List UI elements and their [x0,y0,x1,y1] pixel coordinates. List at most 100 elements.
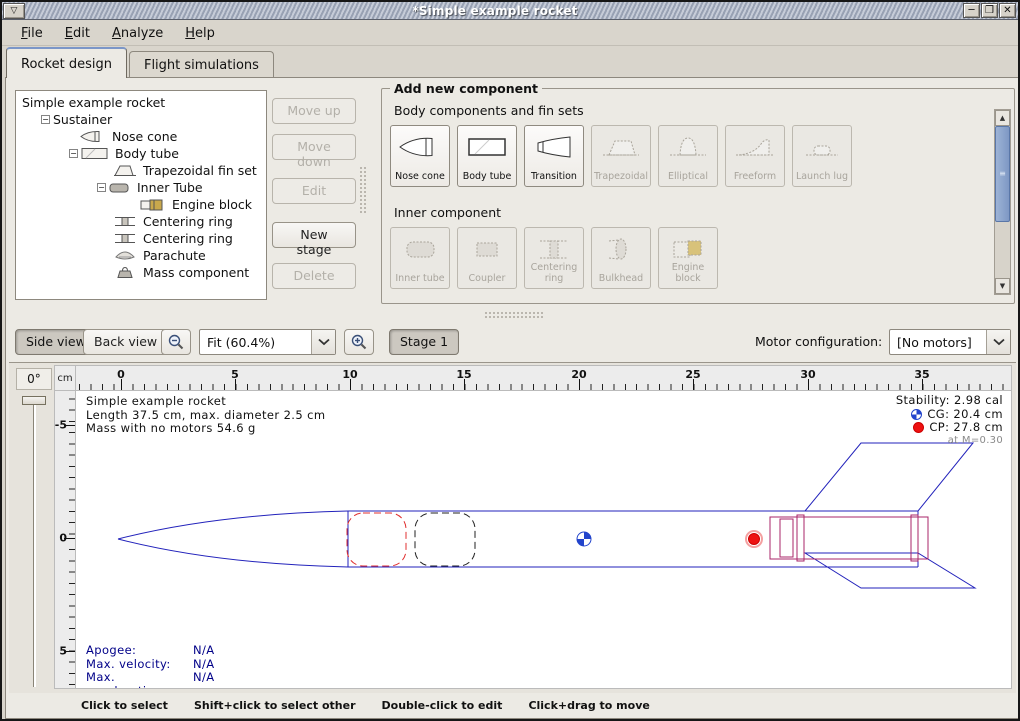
horizontal-ruler: 0 5 10 15 20 25 30 35 [76,365,1012,391]
component-tree[interactable]: Simple example rocket − Sustainer Nose c… [15,90,267,300]
new-stage-button[interactable]: New stage [272,222,356,248]
inner-tube-icon [109,182,131,194]
scroll-up-icon[interactable]: ▲ [995,110,1010,126]
add-freeform-fin-button[interactable]: Freeform [725,125,785,187]
add-centering-ring-button[interactable]: Centering ring [524,227,584,289]
tree-item-centering-ring-2[interactable]: Centering ring [16,230,266,247]
rocket-side-view[interactable] [76,391,1012,689]
tree-item-parachute[interactable]: Parachute [16,247,266,264]
cp-marker[interactable] [746,531,762,547]
minimize-button[interactable]: ─ [963,3,980,18]
tree-item-inner-tube[interactable]: − Inner Tube [16,179,266,196]
motor-configuration-select[interactable]: [No motors] [889,329,1011,355]
application-window: ▽ *Simple example rocket ─ ❒ ✕ File Edit… [0,0,1020,721]
add-coupler-button[interactable]: Coupler [457,227,517,289]
add-component-scrollbar[interactable]: ▲ ≡ ▼ [994,109,1011,295]
window-menu-icon[interactable]: ▽ [3,3,25,19]
move-down-button[interactable]: Move down [272,134,356,160]
rocket-drawing-canvas[interactable]: Simple example rocket Length 37.5 cm, ma… [76,391,1012,689]
window-title: *Simple example rocket [27,4,963,18]
add-bulkhead-button[interactable]: Bulkhead [591,227,651,289]
menubar: File Edit Analyze Help [2,21,1018,46]
tree-item-centering-ring-1[interactable]: Centering ring [16,213,266,230]
parachute-outline[interactable] [347,513,406,566]
motor-configuration-value: [No motors] [890,330,986,354]
add-elliptical-fin-button[interactable]: Elliptical [658,125,718,187]
launch-lug-icon [793,134,851,160]
apogee-value: N/A [193,644,215,658]
menu-file[interactable]: File [12,23,52,44]
add-inner-tube-button[interactable]: Inner tube [390,227,450,289]
maximize-button[interactable]: ❒ [981,3,998,18]
centering-ring-icon [525,236,583,262]
body-tube-icon [458,134,516,160]
centering-ring-icon [113,232,137,245]
tree-item-body-tube[interactable]: − Body tube [16,145,266,162]
add-trapezoidal-fin-button[interactable]: Trapezoidal [591,125,651,187]
centering-ring-icon [113,215,137,228]
tab-rocket-design[interactable]: Rocket design [6,47,127,78]
rotation-slider-thumb[interactable] [22,396,46,405]
tab-flight-simulations[interactable]: Flight simulations [129,51,274,78]
chevron-down-icon[interactable] [986,330,1010,354]
rotation-slider[interactable] [33,399,36,687]
trapezoidal-fin-icon [592,134,650,160]
stability-value: Stability: 2.98 cal [896,394,1003,408]
mass-component-icon [113,266,137,279]
zoom-out-button[interactable] [161,329,191,355]
max-acceleration-label: Max. acceleration: [86,671,193,689]
nose-cone-outline[interactable] [118,511,348,539]
engine-block-outline[interactable] [780,519,793,557]
inner-tube-icon [391,236,449,262]
scroll-down-icon[interactable]: ▼ [995,278,1010,294]
stage-1-toggle[interactable]: Stage 1 [389,329,459,355]
expander-icon[interactable]: − [41,115,50,124]
body-tube-icon [81,147,109,160]
scrollbar-thumb[interactable]: ≡ [995,126,1010,222]
delete-button[interactable]: Delete [272,263,356,289]
mass-component-outline[interactable] [415,513,475,566]
add-body-tube-button[interactable]: Body tube [457,125,517,187]
nose-cone-outline[interactable] [118,539,348,567]
tree-item-rocket[interactable]: Simple example rocket [16,94,266,111]
tree-item-nose-cone[interactable]: Nose cone [16,128,266,145]
add-launch-lug-button[interactable]: Launch lug [792,125,852,187]
tree-item-engine-block[interactable]: Engine block [16,196,266,213]
tree-item-trapezoidal-fin-set[interactable]: Trapezoidal fin set [16,162,266,179]
chevron-down-icon[interactable] [311,330,335,354]
main-tabs: Rocket design Flight simulations [6,47,276,78]
horizontal-splitter-handle[interactable] [484,311,544,320]
stability-info: Stability: 2.98 cal CG: 20.4 cm CP: 27.8… [896,394,1003,446]
centering-ring-2[interactable] [911,515,918,561]
close-button[interactable]: ✕ [999,3,1016,18]
tree-item-mass-component[interactable]: Mass component [16,264,266,281]
menu-help[interactable]: Help [176,23,224,44]
cg-marker[interactable] [577,532,591,546]
max-acceleration-value: N/A [193,671,215,689]
zoom-level-select[interactable]: Fit (60.4%) [199,329,336,355]
back-view-button[interactable]: Back view [83,329,168,355]
add-component-title: Add new component [390,81,542,96]
edit-button[interactable]: Edit [272,178,356,204]
menu-analyze[interactable]: Analyze [103,23,172,44]
centering-ring-1[interactable] [797,515,804,561]
add-engine-block-button[interactable]: Engine block [658,227,718,289]
bulkhead-icon [592,236,650,262]
ruler-ticks [69,391,75,688]
rocket-view-panel: 0° cm 0 5 10 15 20 25 30 35 -5 0 5 [9,362,1016,693]
move-up-button[interactable]: Move up [272,98,356,124]
expander-icon[interactable]: − [69,149,78,158]
add-transition-button[interactable]: Transition [524,125,584,187]
add-nose-cone-button[interactable]: Nose cone [390,125,450,187]
ruler-ticks [76,384,1011,390]
zoom-in-button[interactable] [344,329,374,355]
fin-lower[interactable] [805,553,975,588]
menu-edit[interactable]: Edit [56,23,99,44]
tree-item-sustainer[interactable]: − Sustainer [16,111,266,128]
expander-icon[interactable]: − [97,183,106,192]
vertical-splitter-handle[interactable] [359,166,368,214]
rocket-info: Simple example rocket Length 37.5 cm, ma… [86,395,325,436]
elliptical-fin-icon [659,134,717,160]
fin-upper[interactable] [805,443,973,511]
nose-cone-icon [80,130,106,143]
